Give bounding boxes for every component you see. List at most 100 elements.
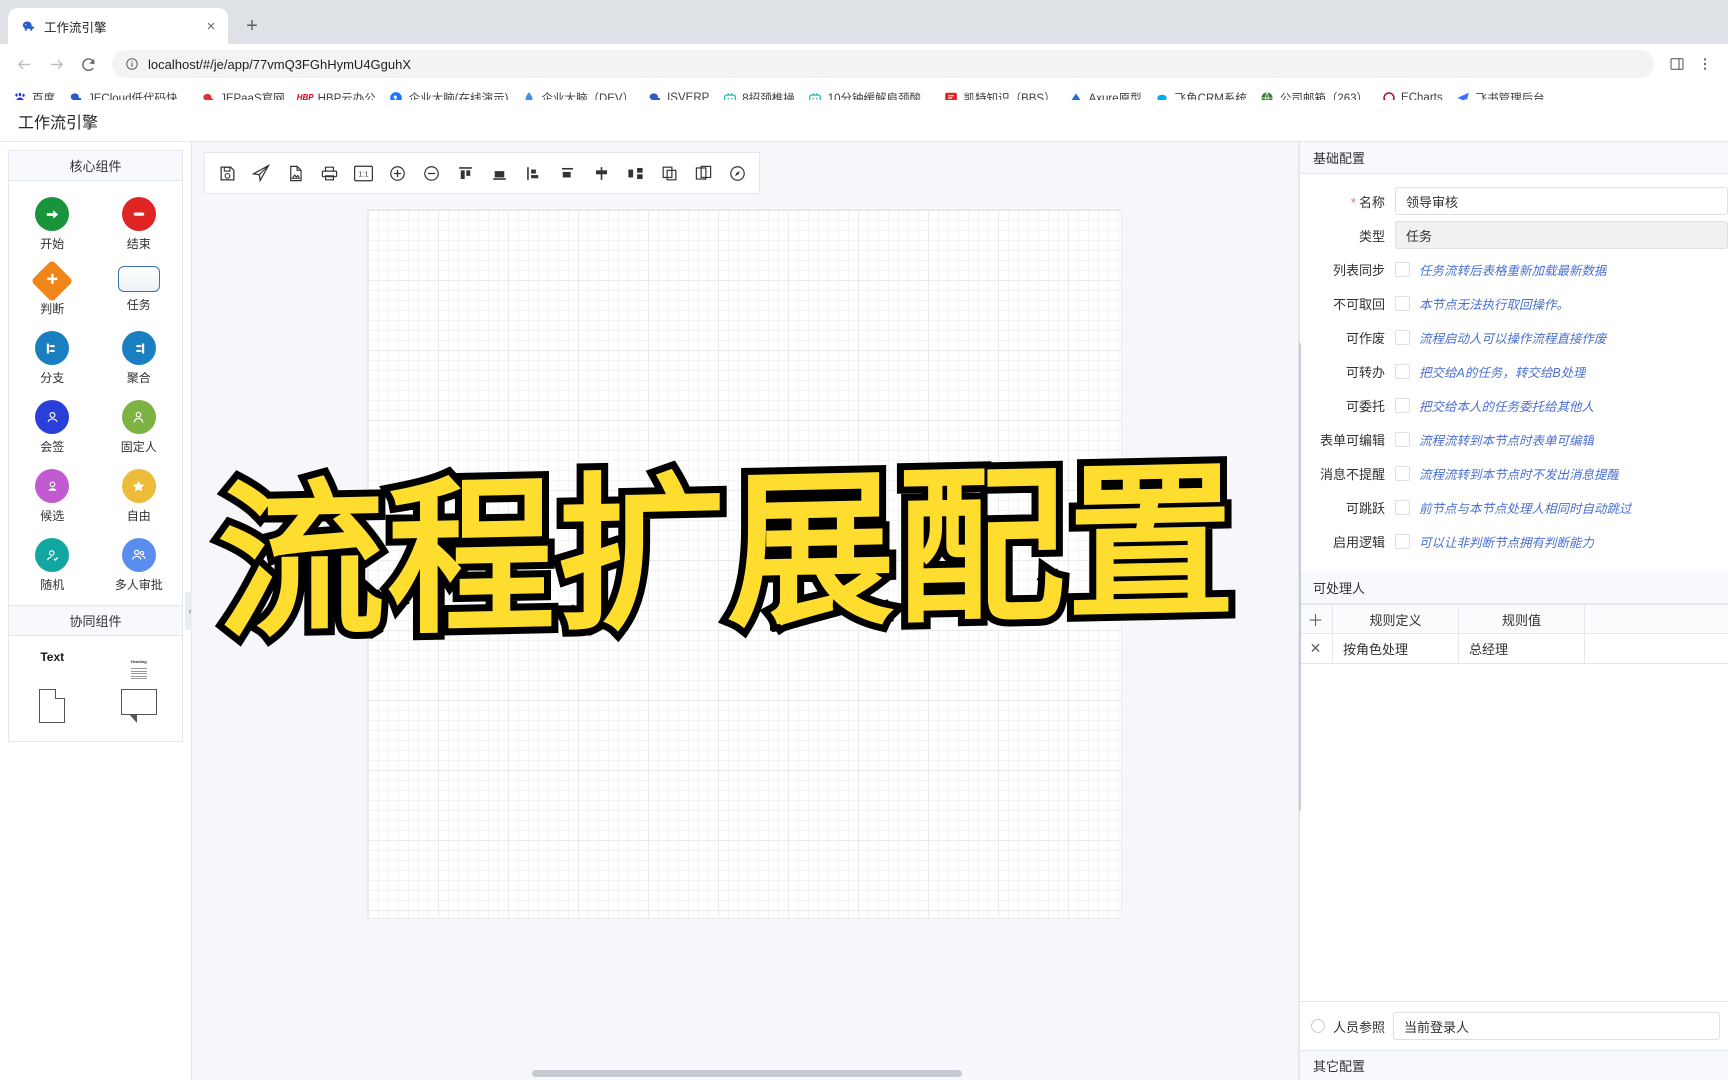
checkbox-hint: 前节点与本节点处理人相同时自动跳过 <box>1419 501 1632 516</box>
column-header-rule-value: 规则值 <box>1459 605 1585 633</box>
elephant-icon <box>20 18 36 34</box>
add-rule-button[interactable]: ＋ <box>1299 605 1333 633</box>
back-icon[interactable] <box>10 50 38 78</box>
checkbox-row-delegable: 可委托 把交给本人的任务委托给其他人 <box>1299 388 1728 422</box>
workflow-app: 工作流引擎 核心组件 开始 结束 判断 任务 分支 聚合 会签 固定人 候选 自… <box>0 100 1728 1080</box>
heading-shape-icon: Heading <box>130 650 147 681</box>
palette-item-comment[interactable] <box>96 685 183 727</box>
info-circle-icon <box>124 56 140 72</box>
document-shape-icon <box>39 688 66 723</box>
checkbox-label: 表单可编辑 <box>1319 432 1385 448</box>
address-bar[interactable]: localhost/#/je/app/77vmQ3FGhHymU4GguhX <box>112 50 1654 78</box>
canvas-horizontal-scrollbar[interactable] <box>192 1066 1298 1080</box>
browser-window: 工作流引擎 × + localhost/#/je/app/77vmQ3FGhHy… <box>0 0 1728 1080</box>
collab-components-header: 协同组件 <box>9 606 182 636</box>
canvas-toolbar: 1:1 <box>204 152 760 194</box>
palette-item-label: 自由 <box>126 509 151 523</box>
minus-circle-icon <box>121 197 156 231</box>
checkbox-skippable[interactable] <box>1395 499 1410 515</box>
help-icon[interactable] <box>721 156 753 190</box>
svg-text:1:1: 1:1 <box>358 169 368 178</box>
checkbox-group: 把交给本人的任务委托给其他人 <box>1395 396 1728 415</box>
panel-vertical-scrollbar[interactable] <box>1299 342 1301 812</box>
cell-rule-value: 总经理 <box>1459 634 1585 663</box>
split-screen-icon[interactable] <box>1664 51 1690 77</box>
copy-icon[interactable] <box>653 156 685 190</box>
checkbox-no-recall[interactable] <box>1395 295 1410 311</box>
palette-item-countersign[interactable]: 会签 <box>9 394 96 461</box>
palette-item-free[interactable]: 自由 <box>96 463 183 530</box>
palette-item-decision[interactable]: 判断 <box>9 259 96 323</box>
user-candidate-icon <box>35 469 70 503</box>
checkbox-transferable[interactable] <box>1395 363 1410 379</box>
zoom-actual-icon[interactable]: 1:1 <box>347 156 379 190</box>
name-input[interactable]: 领导审核 <box>1395 187 1728 215</box>
text-shape-icon: Text <box>40 650 65 664</box>
basic-config-form: * 名称 领导审核 类型 任务 列表同步 任务流转后表格重新加载最新数据 不可取… <box>1299 174 1728 564</box>
type-input[interactable]: 任务 <box>1395 221 1728 249</box>
paste-icon[interactable] <box>687 156 719 190</box>
save-icon[interactable] <box>211 156 243 190</box>
palette-item-document[interactable] <box>9 685 96 727</box>
forward-icon[interactable] <box>42 50 70 78</box>
menu-icon[interactable] <box>1692 51 1718 77</box>
align-bottom-icon[interactable] <box>483 156 515 190</box>
palette-item-task[interactable]: 任务 <box>96 260 183 323</box>
zoom-in-icon[interactable] <box>381 156 413 190</box>
palette-item-merge[interactable]: 聚合 <box>96 325 183 392</box>
checkbox-enable-logic[interactable] <box>1395 533 1410 549</box>
app-body: 核心组件 开始 结束 判断 任务 分支 聚合 会签 固定人 候选 自由 随机 多… <box>0 142 1728 1080</box>
palette-item-label: 固定人 <box>120 440 157 454</box>
align-left-icon[interactable] <box>517 156 549 190</box>
person-reference-radio[interactable] <box>1311 1019 1325 1033</box>
user-sign-icon <box>35 400 70 434</box>
publish-icon[interactable] <box>245 156 277 190</box>
palette-item-candidate[interactable]: 候选 <box>9 463 96 530</box>
checkbox-form-editable[interactable] <box>1395 431 1410 447</box>
distribute-icon[interactable] <box>619 156 651 190</box>
palette-item-heading[interactable]: Heading <box>96 646 183 685</box>
palette-item-start[interactable]: 开始 <box>9 191 96 258</box>
new-tab-button[interactable]: + <box>238 12 266 40</box>
align-top-icon[interactable] <box>449 156 481 190</box>
align-center-h-icon[interactable] <box>585 156 617 190</box>
checkbox-group: 把交给A的任务，转交给B处理 <box>1395 362 1728 381</box>
checkbox-list-sync[interactable] <box>1395 261 1410 277</box>
overlay-title-text: 流程扩展配置 <box>210 441 1244 664</box>
close-icon[interactable]: × <box>202 17 220 35</box>
align-right-icon[interactable] <box>551 156 583 190</box>
checkbox-voidable[interactable] <box>1395 329 1410 345</box>
palette-item-random[interactable]: 随机 <box>9 532 96 599</box>
browser-tab[interactable]: 工作流引擎 × <box>8 8 228 44</box>
palette-item-fixed-person[interactable]: 固定人 <box>96 394 183 461</box>
export-image-icon[interactable] <box>279 156 311 190</box>
zoom-out-icon[interactable] <box>415 156 447 190</box>
tab-title: 工作流引擎 <box>44 20 107 35</box>
checkbox-hint: 把交给本人的任务委托给其他人 <box>1419 399 1595 414</box>
heading-mini-lines <box>130 668 147 679</box>
table-row[interactable]: ✕ 按角色处理 总经理 <box>1299 634 1728 664</box>
label-text: 名称 <box>1358 194 1385 210</box>
palette-item-text[interactable]: Text <box>9 646 96 685</box>
reload-icon[interactable] <box>74 50 102 78</box>
checkbox-group: 本节点无法执行取回操作。 <box>1395 294 1728 313</box>
core-components-grid: 开始 结束 判断 任务 分支 聚合 会签 固定人 候选 自由 随机 多人审批 <box>9 181 182 605</box>
plus-diamond-icon <box>31 259 74 303</box>
palette-item-branch[interactable]: 分支 <box>9 325 96 392</box>
checkbox-delegable[interactable] <box>1395 397 1410 413</box>
palette-item-end[interactable]: 结束 <box>96 191 183 258</box>
checkbox-no-notify[interactable] <box>1395 465 1410 481</box>
checkbox-row-no-notify: 消息不提醒 流程流转到本节点时不发出消息提醒 <box>1299 456 1728 490</box>
user-fixed-icon <box>121 400 156 434</box>
delete-row-button[interactable]: ✕ <box>1299 634 1333 663</box>
canvas-viewport[interactable]: 流程扩展配置 <box>192 194 1298 1080</box>
palette-item-multi-approve[interactable]: 多人审批 <box>96 532 183 599</box>
checkbox-row-no-recall: 不可取回 本节点无法执行取回操作。 <box>1299 286 1728 320</box>
checkbox-hint: 把交给A的任务，转交给B处理 <box>1419 365 1586 380</box>
palette-item-label: 多人审批 <box>114 578 163 592</box>
person-reference-input[interactable]: 当前登录人 <box>1393 1012 1720 1040</box>
print-icon[interactable] <box>313 156 345 190</box>
palette-item-label: 判断 <box>40 302 65 316</box>
column-header-extra <box>1585 605 1728 633</box>
url-text: localhost/#/je/app/77vmQ3FGhHymU4GguhX <box>148 56 412 72</box>
